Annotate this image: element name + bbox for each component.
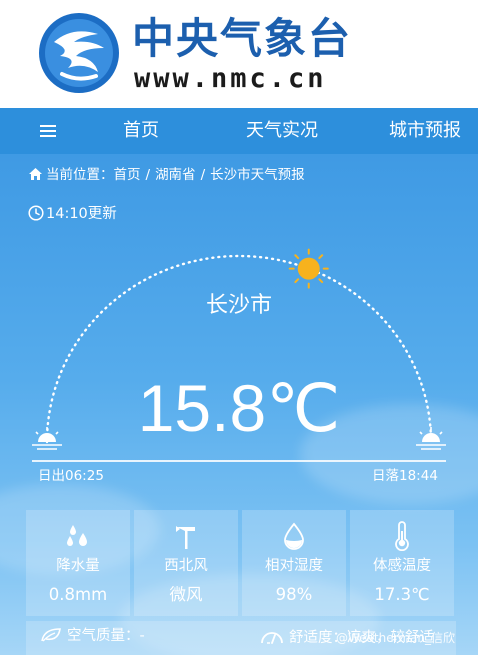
humidity-card: 相对湿度 98% [242, 510, 346, 616]
weather-details: 降水量 0.8mm 西北风 微风 相对湿度 98% 体感温度 17.3℃ [26, 510, 456, 616]
card-label: 体感温度 [373, 558, 431, 574]
card-value: 微风 [169, 585, 203, 604]
card-label: 西北风 [164, 558, 208, 574]
nmc-logo-icon[interactable] [38, 12, 120, 94]
sun-icon [288, 248, 329, 289]
nav-item-home[interactable]: 首页 [123, 119, 159, 143]
feels-like-card: 体感温度 17.3℃ [350, 510, 454, 616]
card-value: 0.8mm [48, 585, 108, 604]
logo-url[interactable]: www.nmc.cn [134, 64, 327, 94]
leaf-icon [41, 628, 61, 642]
wind-vane-icon [176, 526, 195, 549]
humidity-drop-icon [284, 522, 304, 550]
logo-title[interactable]: 中央气象台 [132, 14, 352, 64]
nav-item-city-forecast[interactable]: 城市预报 [389, 119, 461, 143]
nav-item-observation[interactable]: 天气实况 [246, 119, 318, 143]
sunrise-time: 日出06:25 [38, 468, 104, 484]
rain-drops-icon [67, 525, 87, 546]
sunset-time: 日落18:44 [372, 468, 438, 484]
main-nav: 首页 天气实况 城市预报 [0, 108, 478, 154]
city-name: 长沙市 [205, 293, 272, 318]
menu-icon[interactable] [38, 120, 60, 142]
card-value: 98% [275, 585, 313, 604]
card-value: 17.3℃ [374, 585, 430, 604]
current-temperature: 15.8℃ [137, 371, 341, 445]
site-header: 中央气象台 www.nmc.cn [0, 0, 478, 108]
thermometer-icon [395, 521, 409, 551]
weather-panel: 当前位置：首页 / 湖南省 / 长沙市天气预报 14:10更新 长沙市 15.8… [0, 154, 478, 655]
comfort-gauge-icon [261, 632, 283, 644]
watermark: @Weatherman_信欣 [336, 631, 455, 645]
horizon-line [32, 460, 446, 462]
card-label: 降水量 [56, 558, 100, 574]
air-quality[interactable]: 空气质量：- [40, 627, 145, 645]
wind-card: 西北风 微风 [134, 510, 238, 616]
air-quality-text: 空气质量：- [67, 628, 145, 644]
card-label: 相对湿度 [265, 558, 323, 574]
precipitation-card: 降水量 0.8mm [26, 510, 130, 616]
